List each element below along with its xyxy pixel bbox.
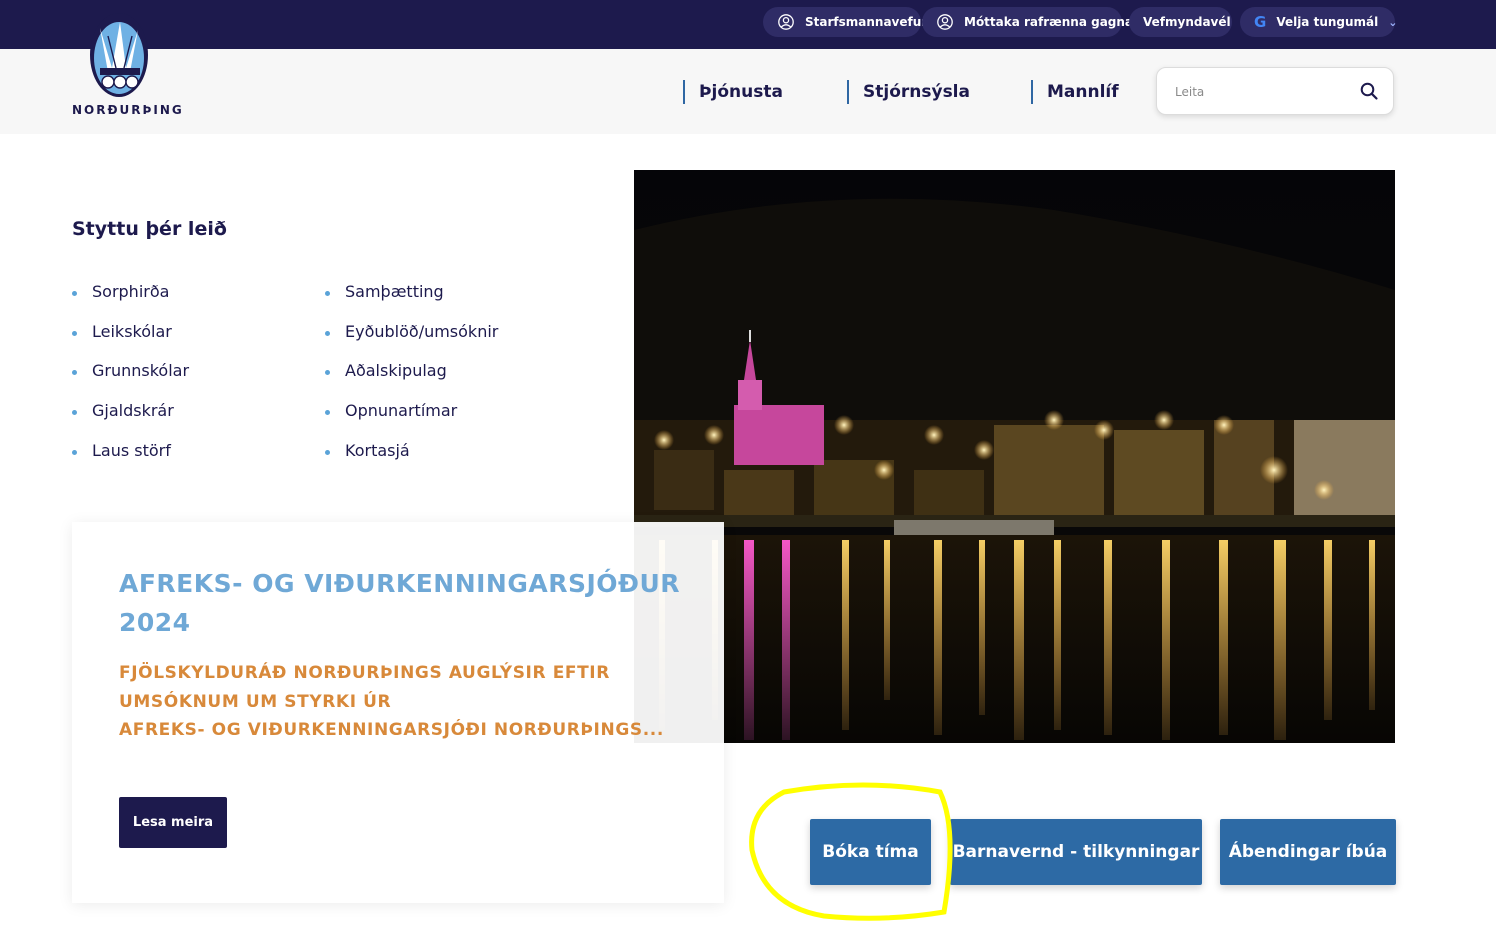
shortcut-label: Grunnskólar xyxy=(92,361,190,381)
bullet-icon xyxy=(325,291,330,296)
shortcut-link[interactable]: Gjaldskrár xyxy=(72,401,189,441)
shortcut-label: Kortasjá xyxy=(345,440,410,460)
bullet-icon xyxy=(325,410,330,416)
shield-logo-icon xyxy=(90,13,148,97)
user-circle-icon xyxy=(777,13,795,31)
bullet-icon xyxy=(72,370,77,376)
bullet-icon xyxy=(325,449,330,455)
news-excerpt-line: UMSÓKNUM UM STYRKI ÚR xyxy=(119,691,392,712)
shortcut-label: Laus störf xyxy=(92,440,171,460)
read-more-button[interactable]: Lesa meira xyxy=(119,797,227,848)
shortcut-link[interactable]: Samþætting xyxy=(325,282,498,322)
book-appointment-button[interactable]: Bóka tíma xyxy=(810,819,931,885)
shortcut-list-right: Samþætting Eyðublöð/umsóknir Aðalskipula… xyxy=(325,282,498,480)
user-circle-icon xyxy=(936,13,954,31)
news-title: AFREKS- OG VIÐURKENNINGARSJÓÐUR 2024 xyxy=(119,569,681,637)
nav-item-community[interactable]: Mannlíf xyxy=(1031,80,1119,104)
staff-web-link[interactable]: Starfsmannavefur xyxy=(763,7,927,37)
site-logo[interactable] xyxy=(72,6,172,116)
shortcut-link[interactable]: Aðalskipulag xyxy=(325,361,498,401)
news-card: AFREKS- OG VIÐURKENNINGARSJÓÐUR 2024 FJÖ… xyxy=(72,522,724,903)
harbor-night-photo-icon xyxy=(634,170,1395,743)
shortcut-link[interactable]: Opnunartímar xyxy=(325,401,498,441)
news-excerpt-line: AFREKS- OG VIÐURKENNINGARSJÓÐI NORÐURÞIN… xyxy=(119,720,664,740)
shortcut-label: Sorphirða xyxy=(92,282,170,301)
chevron-down-icon: ⌄ xyxy=(1388,15,1398,29)
shortcut-list-left: Sorphirða Leikskólar Grunnskólar Gjaldsk… xyxy=(72,282,189,480)
shortcut-label: Samþætting xyxy=(345,282,444,301)
language-select[interactable]: G Velja tungumál ⌄ xyxy=(1240,7,1398,37)
webcam-link[interactable]: Vefmyndavél xyxy=(1129,7,1232,37)
document-receipt-label: Móttaka rafrænna gagna xyxy=(964,15,1134,29)
staff-web-label: Starfsmannavefur xyxy=(805,15,928,29)
bullet-icon xyxy=(325,330,330,336)
child-protection-button[interactable]: Barnavernd - tilkynningar xyxy=(950,819,1202,885)
bullet-icon xyxy=(72,330,77,336)
search-icon[interactable] xyxy=(1359,81,1379,101)
bullet-icon xyxy=(72,449,77,455)
search-box xyxy=(1156,67,1394,115)
bullet-icon xyxy=(72,410,77,416)
news-excerpt: FJÖLSKYLDURÁÐ NORÐURÞINGS AUGLÝSIR EFTIR… xyxy=(119,659,679,745)
shortcut-link[interactable]: Sorphirða xyxy=(72,282,189,322)
shortcut-link[interactable]: Eyðublöð/umsóknir xyxy=(325,322,498,362)
shortcut-link[interactable]: Leikskólar xyxy=(72,322,189,362)
hero-image xyxy=(634,170,1395,743)
bullet-icon xyxy=(72,291,77,296)
resident-feedback-button[interactable]: Ábendingar íbúa xyxy=(1220,819,1396,885)
shortcut-label: Aðalskipulag xyxy=(345,361,447,381)
shortcut-label: Opnunartímar xyxy=(345,401,458,421)
language-label: Velja tungumál xyxy=(1276,15,1379,29)
google-icon: G xyxy=(1254,13,1267,31)
search-input[interactable] xyxy=(1173,80,1347,104)
document-receipt-link[interactable]: Móttaka rafrænna gagna xyxy=(922,7,1133,37)
shortcut-label: Gjaldskrár xyxy=(92,401,174,421)
shortcut-link[interactable]: Laus störf xyxy=(72,441,189,481)
shortcut-link[interactable]: Kortasjá xyxy=(325,441,498,481)
logo-text: NORÐURÞING xyxy=(72,103,184,117)
nav-item-administration[interactable]: Stjórnsýsla xyxy=(847,80,970,104)
webcam-label: Vefmyndavél xyxy=(1143,15,1231,29)
shortcuts-title: Styttu þér leið xyxy=(72,218,227,240)
news-excerpt-line: FJÖLSKYLDURÁÐ NORÐURÞINGS AUGLÝSIR EFTIR xyxy=(119,663,610,683)
bullet-icon xyxy=(325,370,330,376)
shortcut-link[interactable]: Grunnskólar xyxy=(72,361,189,401)
shortcut-label: Eyðublöð/umsóknir xyxy=(345,321,499,341)
nav-item-services[interactable]: Þjónusta xyxy=(683,80,783,104)
shortcut-label: Leikskólar xyxy=(92,321,172,341)
top-bar: Starfsmannavefur Móttaka rafrænna gagna … xyxy=(0,0,1496,49)
